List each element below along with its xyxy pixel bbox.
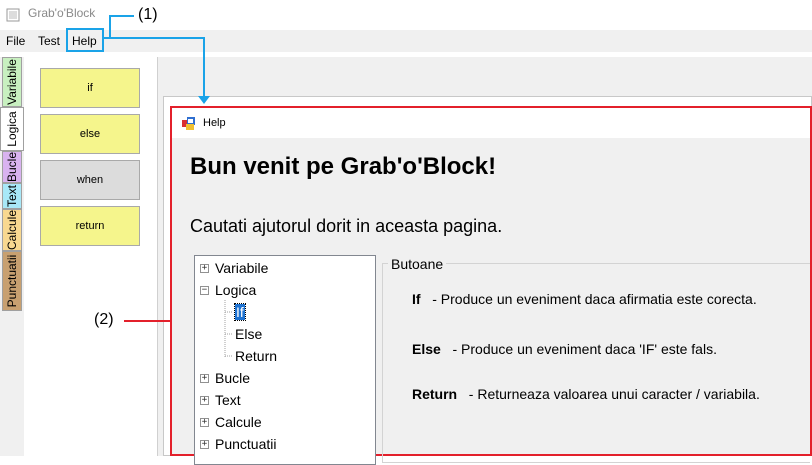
callout-1: (1)	[138, 6, 158, 23]
callout-2: (2)	[94, 311, 114, 328]
arrow-down-icon	[198, 96, 210, 104]
annotation-lines	[104, 15, 210, 322]
